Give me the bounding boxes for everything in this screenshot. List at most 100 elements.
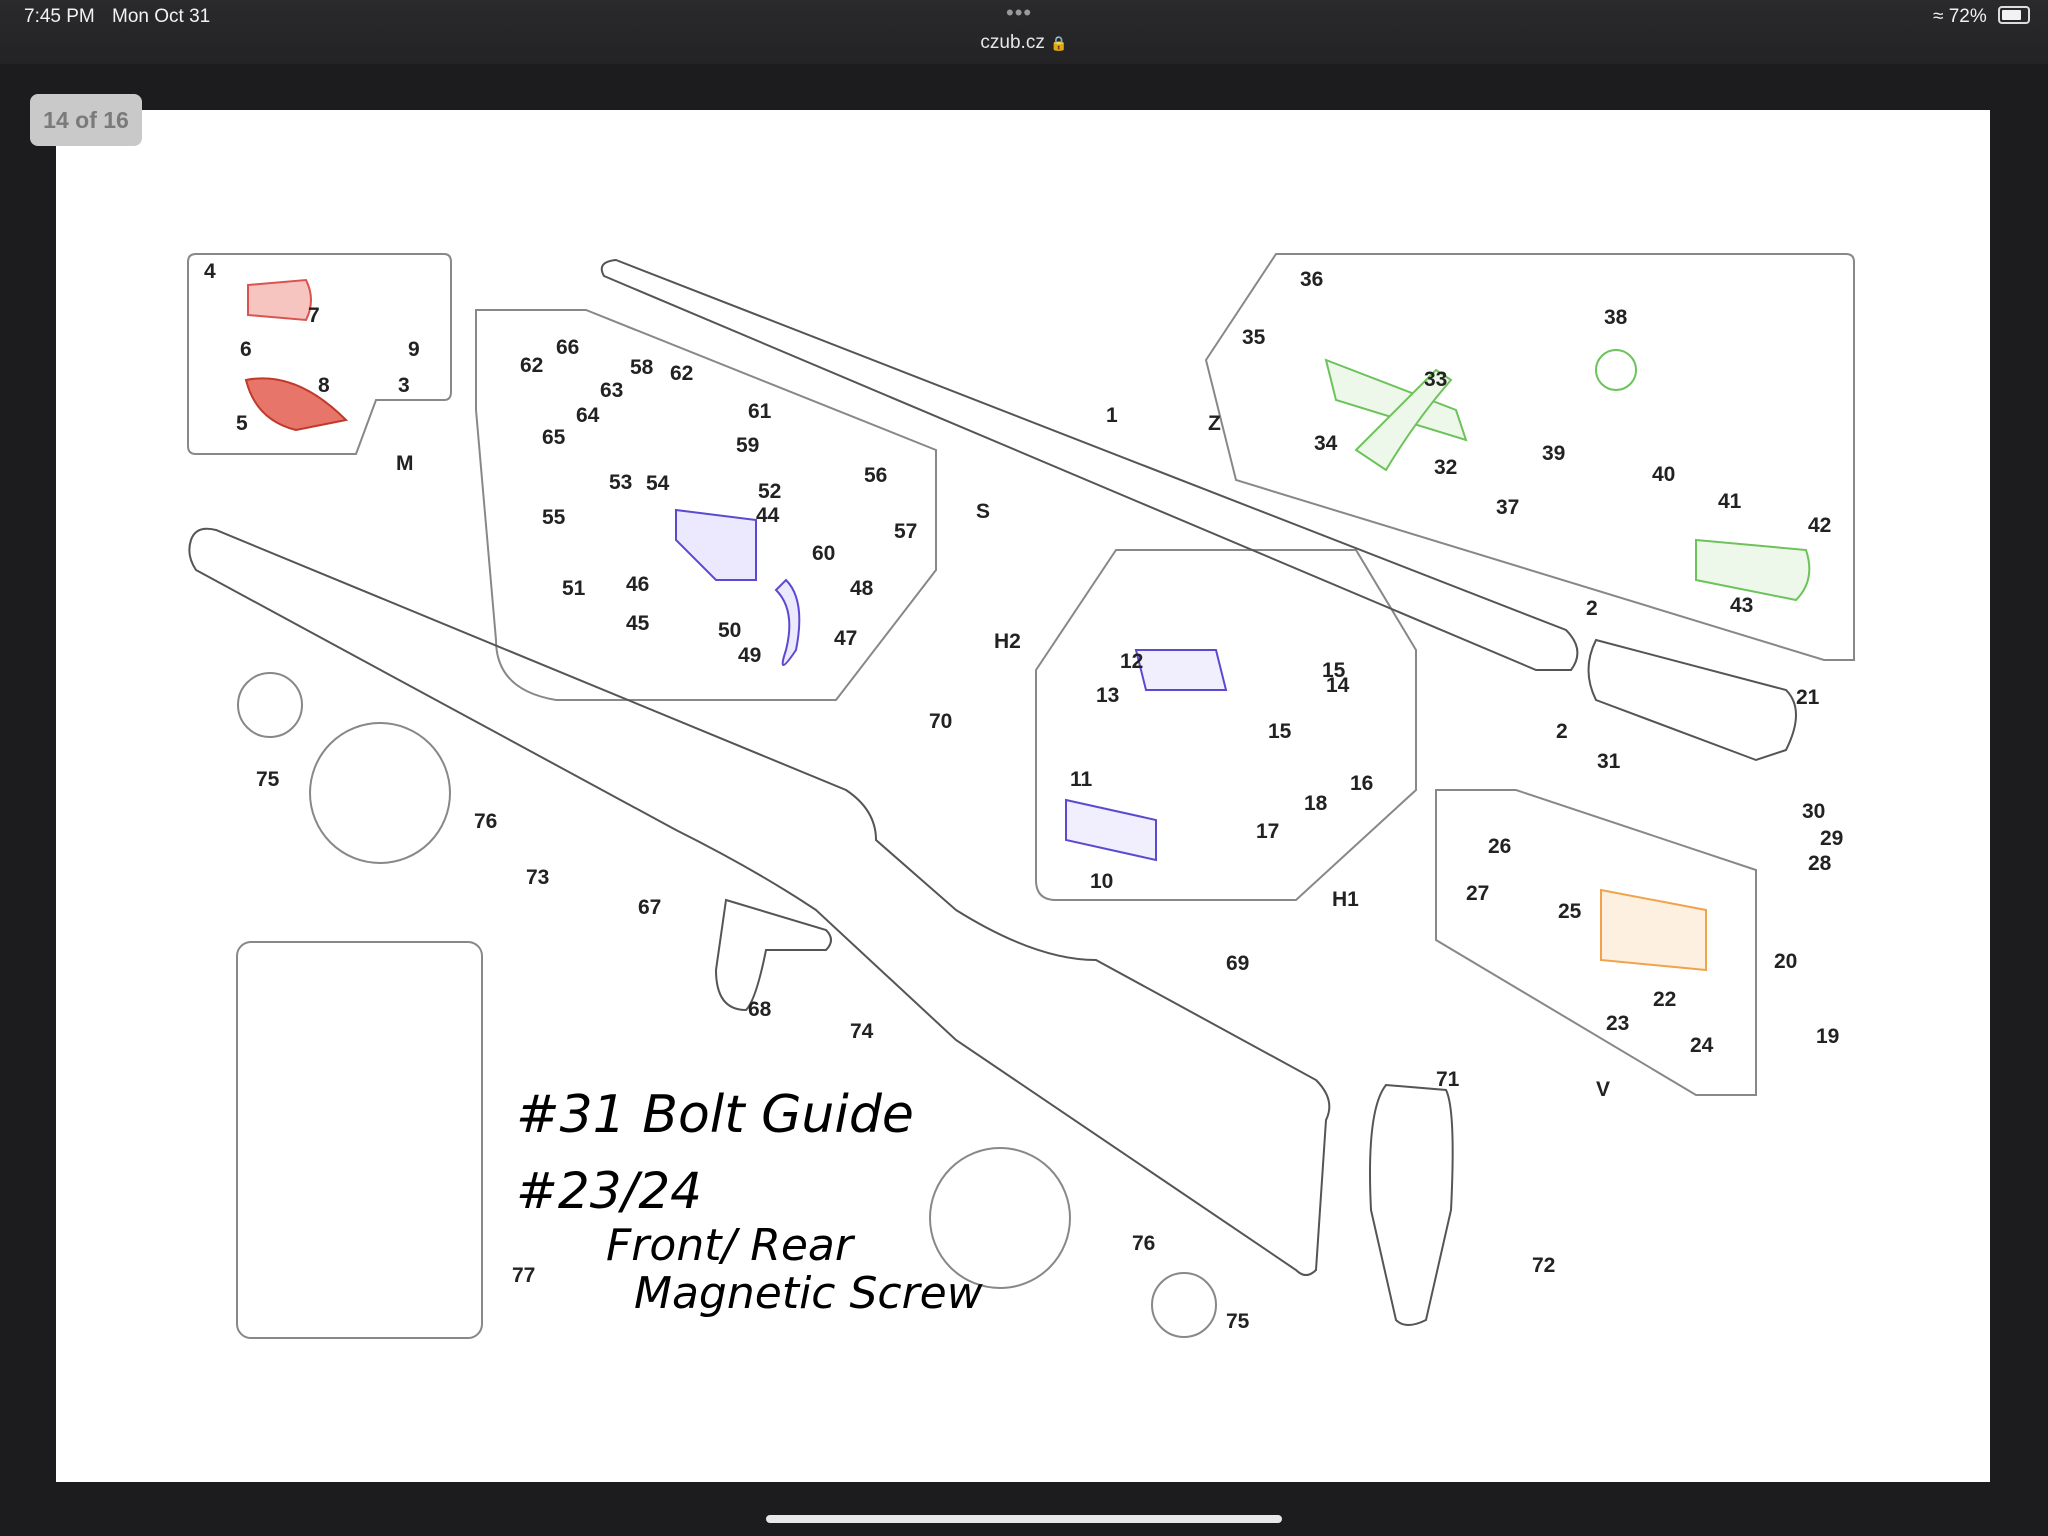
part-number-49: 49 [738, 644, 761, 667]
part-number-66: 66 [556, 336, 579, 359]
group-outline-76-top [309, 722, 451, 864]
note-line-2: #23/24 [516, 1162, 702, 1220]
part-number-59: 59 [736, 434, 759, 457]
part-number-65: 65 [542, 426, 566, 449]
home-indicator[interactable] [766, 1515, 1282, 1523]
part-number-30: 30 [1802, 800, 1825, 823]
lock-icon: 🔒 [1050, 35, 1068, 51]
part-number-54: 54 [646, 472, 670, 495]
status-bar: 7:45 PM Mon Oct 31 ••• czub.cz 🔒 ≈ 72% [0, 0, 2048, 64]
part-number-15: 15 [1322, 659, 1346, 682]
part-number-36: 36 [1300, 268, 1323, 291]
part-number-40: 40 [1652, 463, 1675, 486]
part-number-52: 52 [758, 480, 781, 503]
part-number-1: 1 [1106, 404, 1118, 427]
part-number-2: 2 [1586, 597, 1598, 620]
trigger-part-44 [675, 508, 757, 581]
part-number-57: 57 [894, 520, 917, 543]
part-number-74: 74 [850, 1020, 874, 1043]
url-bar[interactable]: czub.cz 🔒 [0, 32, 2048, 54]
group-outline-S [475, 309, 937, 701]
part-number-29: 29 [1820, 827, 1843, 850]
part-number-28: 28 [1808, 852, 1832, 875]
group-outline-75-top [237, 672, 303, 738]
group-label-Z: Z [1208, 412, 1221, 435]
butt-pad [1369, 1083, 1454, 1326]
part-number-68: 68 [748, 998, 772, 1021]
part-number-39: 39 [1542, 442, 1565, 465]
part-number-46: 46 [626, 573, 649, 596]
part-number-23: 23 [1606, 1012, 1629, 1035]
part-number-7: 7 [308, 304, 320, 327]
page-counter: 14 of 16 [30, 94, 142, 146]
group-outline-H2 [1035, 549, 1417, 901]
part-number-67: 67 [638, 896, 661, 919]
trigger-guard [714, 898, 832, 1012]
receiver [1587, 638, 1797, 762]
part-number-18: 18 [1304, 792, 1328, 815]
part-number-19: 19 [1816, 1025, 1839, 1048]
part-number-50: 50 [718, 619, 741, 642]
part-number-37: 37 [1496, 496, 1519, 519]
part-number-61: 61 [748, 400, 772, 423]
more-options-icon[interactable]: ••• [1006, 0, 1032, 26]
part-number-13: 13 [1096, 684, 1119, 707]
part-number-53: 53 [609, 471, 632, 494]
magazine-part-22 [1600, 888, 1707, 972]
part-number-75-repeat: 75 [1226, 1310, 1250, 1333]
group-outline-Z [1204, 253, 1855, 661]
part-number-31: 31 [1597, 750, 1621, 773]
part-number-27: 27 [1466, 882, 1489, 905]
part-number-33: 33 [1424, 368, 1447, 391]
exploded-parts-diagram: 12345678910111213 14151617181920212223242… [187, 253, 1855, 1339]
part-number-71: 71 [1436, 1068, 1460, 1091]
part-number-5: 5 [236, 412, 248, 435]
wifi-icon: ≈ [1932, 6, 1944, 27]
part-number-4: 4 [204, 260, 216, 283]
part-number-60: 60 [812, 542, 835, 565]
group-label-H1: H1 [1332, 888, 1359, 911]
part-number-62-repeat: 62 [520, 354, 543, 377]
part-number-51: 51 [562, 577, 586, 600]
part-number-43: 43 [1730, 594, 1753, 617]
part-number-20: 20 [1774, 950, 1797, 973]
safety-part-5 [244, 377, 349, 432]
group-label-H2: H2 [994, 630, 1021, 653]
part-number-58: 58 [630, 356, 654, 379]
battery-icon [1998, 6, 2030, 24]
part-number-34: 34 [1314, 432, 1338, 455]
part-number-24: 24 [1690, 1034, 1714, 1057]
part-number-9: 9 [408, 338, 420, 361]
part-number-62: 62 [670, 362, 693, 385]
part-number-3: 3 [398, 374, 410, 397]
part-number-48: 48 [850, 577, 874, 600]
part-number-45: 45 [626, 612, 650, 635]
diagram-page: 1 2 3 4 5 6 7 8 9 10 11 12 13 14 15 16 17 18 19 20 21 22 23 24 2… [56, 110, 1990, 1482]
part-number-56: 56 [864, 464, 887, 487]
part-number-8: 8 [318, 374, 330, 397]
part-number-76-repeat: 76 [1132, 1232, 1155, 1255]
safety-part-4 [247, 278, 312, 322]
part-number-72: 72 [1532, 1254, 1555, 1277]
part-number-21: 21 [1796, 686, 1820, 709]
part-number-55: 55 [542, 506, 566, 529]
part-number-47: 47 [834, 627, 857, 650]
stock [188, 527, 1331, 1276]
part-number-75: 75 [256, 768, 280, 791]
part-number-26: 26 [1488, 835, 1511, 858]
part-number-15-repeat: 15 [1268, 720, 1292, 743]
part-number-38: 38 [1604, 306, 1628, 329]
status-date: Mon Oct 31 [112, 6, 211, 27]
url-text: czub.cz [980, 32, 1045, 53]
part-number-10: 10 [1090, 870, 1113, 893]
group-label-S: S [976, 500, 990, 523]
part-number-6: 6 [240, 338, 252, 361]
part-number-2-repeat: 2 [1556, 720, 1568, 743]
battery-percent: 72% [1948, 6, 1987, 27]
part-number-12: 12 [1120, 650, 1143, 673]
trigger-part-47 [774, 578, 801, 666]
group-outline-77 [236, 941, 483, 1339]
part-number-76: 76 [474, 810, 497, 833]
h1-part-10 [1065, 798, 1157, 862]
part-number-35: 35 [1242, 326, 1266, 349]
